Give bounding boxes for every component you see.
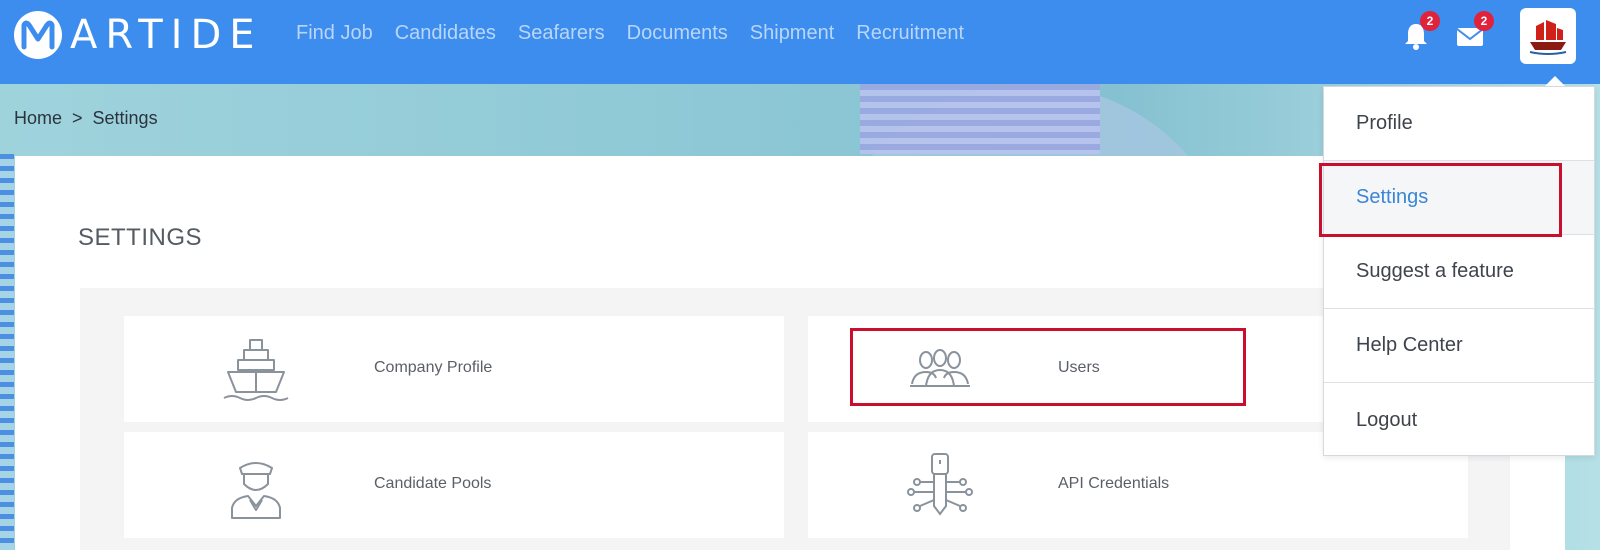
menu-item-help-center[interactable]: Help Center	[1324, 309, 1594, 383]
nav-candidates[interactable]: Candidates	[395, 22, 496, 45]
tile-company-profile-label: Company Profile	[374, 359, 493, 376]
main-nav: Find Job Candidates Seafarers Documents …	[296, 22, 986, 45]
tile-candidate-pools-label: Candidate Pools	[374, 475, 492, 492]
ship-icon	[223, 339, 289, 401]
tile-api-credentials-label: API Credentials	[1058, 475, 1170, 492]
logo-wordmark: ARTIDE	[70, 12, 263, 58]
notifications-button[interactable]: 2	[1400, 11, 1440, 54]
sailor-icon	[231, 462, 281, 519]
nav-find-job[interactable]: Find Job	[296, 22, 373, 45]
tile-candidate-pools[interactable]: Candidate Pools	[124, 432, 784, 538]
nav-seafarers[interactable]: Seafarers	[518, 22, 605, 45]
logo[interactable]: ARTIDE	[12, 9, 263, 61]
nav-recruitment[interactable]: Recruitment	[856, 22, 964, 45]
key-circuit-icon	[907, 453, 973, 516]
menu-item-logout[interactable]: Logout	[1324, 383, 1594, 457]
user-dropdown-menu: Profile Settings Suggest a feature Help …	[1323, 86, 1595, 456]
user-avatar-button[interactable]	[1520, 8, 1576, 64]
nav-documents[interactable]: Documents	[627, 22, 728, 45]
banner-left-stripes	[0, 154, 14, 550]
settings-highlight-box	[1319, 163, 1562, 237]
page-title: SETTINGS	[78, 224, 203, 251]
breadcrumb-current: Settings	[92, 108, 158, 128]
messages-badge: 2	[1474, 11, 1494, 31]
nav-shipment[interactable]: Shipment	[750, 22, 835, 45]
junk-ship-avatar-icon	[1529, 20, 1567, 55]
users-highlight-box	[850, 328, 1246, 406]
messages-button[interactable]: 2	[1454, 11, 1494, 54]
notifications-badge: 2	[1420, 11, 1440, 31]
menu-item-suggest-feature[interactable]: Suggest a feature	[1324, 235, 1594, 309]
banner-stripes	[860, 84, 1100, 154]
top-nav-bar: ARTIDE Find Job Candidates Seafarers Doc…	[0, 0, 1600, 84]
tile-company-profile[interactable]: Company Profile	[124, 316, 784, 422]
menu-item-profile[interactable]: Profile	[1324, 87, 1594, 161]
breadcrumb: Home > Settings	[14, 108, 168, 129]
breadcrumb-separator: >	[72, 108, 83, 128]
breadcrumb-home[interactable]: Home	[14, 108, 62, 129]
logo-m-icon	[14, 11, 62, 59]
